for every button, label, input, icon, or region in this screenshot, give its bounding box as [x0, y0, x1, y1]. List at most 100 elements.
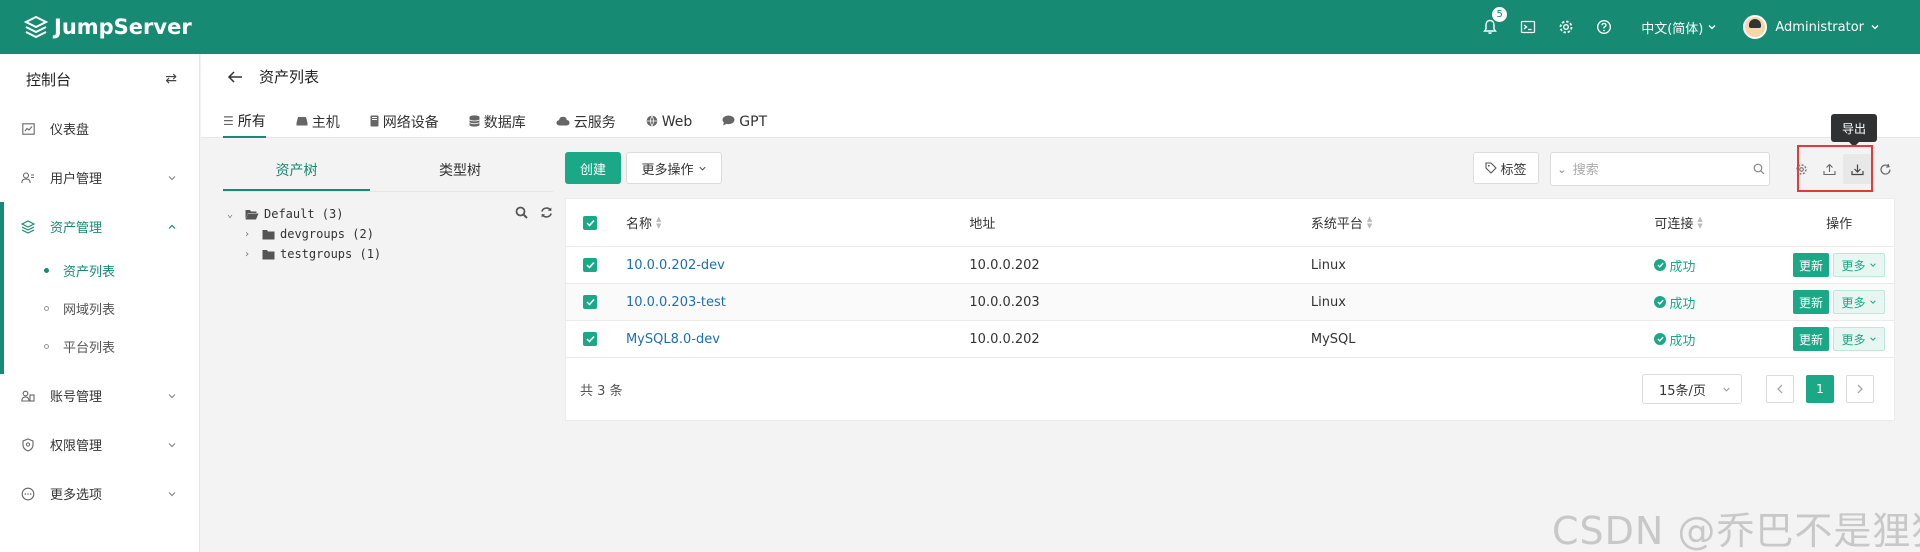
column-settings-button[interactable] — [1787, 154, 1815, 184]
sidebar-item-label: 账号管理 — [50, 390, 103, 405]
sidebar-subitem-asset-list[interactable]: 资产列表 — [0, 251, 199, 289]
asset-name-link[interactable]: 10.0.0.202-dev — [626, 258, 725, 273]
terminal-button[interactable] — [1509, 0, 1547, 54]
tab-network-device[interactable]: 网络设备 — [370, 106, 439, 138]
tab-asset-tree[interactable]: 资产树 — [223, 150, 370, 191]
row-checkbox[interactable] — [583, 332, 597, 346]
asset-address: 10.0.0.202 — [969, 331, 1040, 347]
sidebar-subitem-platform-list[interactable]: 平台列表 — [0, 327, 199, 365]
create-button[interactable]: 创建 — [565, 152, 621, 184]
column-header-label: 地址 — [969, 217, 996, 232]
page-size-select[interactable]: 15条/页 — [1642, 374, 1742, 404]
check-icon — [585, 335, 595, 343]
sidebar-item-users[interactable]: 用户管理 — [0, 153, 199, 202]
sidebar-item-accounts[interactable]: 账号管理 — [0, 371, 199, 420]
page-title: 资产列表 — [259, 68, 320, 86]
chevron-down-icon — [168, 491, 176, 496]
sort-icon[interactable]: ▲ ▼ — [1367, 215, 1372, 230]
table-header-row: 名称 ▲ ▼ 地址 系统平台 ▲ ▼ 可连接 ▲ ▼ 操作 — [566, 199, 1894, 247]
chevron-down-icon — [168, 393, 176, 398]
tab-host[interactable]: 主机 — [296, 106, 340, 138]
sidebar-title: 控制台 — [26, 70, 72, 89]
swap-icon[interactable]: ⇄ — [165, 71, 177, 87]
expanded-arrow-icon[interactable]: ⌄ — [227, 209, 239, 220]
tab-type-tree[interactable]: 类型树 — [370, 150, 550, 191]
sort-icon[interactable]: ▲ ▼ — [1697, 215, 1702, 230]
column-header-name[interactable]: 名称 ▲ ▼ — [626, 213, 969, 232]
notification-button[interactable]: 5 — [1471, 0, 1509, 54]
collapsed-arrow-icon[interactable]: › — [244, 249, 256, 260]
status-label: 成功 — [1669, 333, 1696, 349]
chevron-down-icon[interactable]: ⌄ — [1551, 163, 1573, 176]
check-circle-icon — [1654, 259, 1667, 271]
refresh-row-button[interactable]: 更新 — [1793, 290, 1830, 314]
row-checkbox[interactable] — [583, 258, 597, 272]
sidebar-subitem-label: 资产列表 — [63, 264, 116, 280]
tab-gpt[interactable]: GPT — [722, 106, 767, 138]
content-header: 资产列表 ☰ 所有 主机 网络设备 数据库 云服务 Web GPT — [201, 54, 1920, 138]
search-input[interactable] — [1572, 161, 1749, 177]
prev-page-button[interactable] — [1766, 375, 1794, 403]
more-icon — [20, 487, 36, 501]
page-button-current[interactable]: 1 — [1806, 375, 1834, 403]
settings-button[interactable] — [1547, 0, 1585, 54]
asset-name-link[interactable]: 10.0.0.203-test — [626, 295, 726, 310]
sidebar-item-dashboard[interactable]: 仪表盘 — [0, 104, 199, 153]
sidebar-header: 控制台 ⇄ — [0, 54, 199, 104]
search-icon[interactable] — [515, 206, 528, 219]
column-header-label: 可连接 — [1654, 217, 1694, 232]
refresh-row-button[interactable]: 更新 — [1793, 253, 1830, 277]
more-actions-button[interactable]: 更多操作 — [626, 152, 722, 184]
tab-all[interactable]: ☰ 所有 — [223, 106, 266, 138]
export-button[interactable] — [1843, 154, 1871, 184]
tab-database[interactable]: 数据库 — [469, 106, 526, 138]
refresh-icon — [1879, 163, 1891, 175]
more-row-button[interactable]: 更多 — [1833, 327, 1886, 351]
page-size-label: 15条/页 — [1659, 383, 1706, 399]
refresh-icon[interactable] — [540, 206, 553, 219]
chevron-down-icon — [698, 166, 706, 171]
logo[interactable]: JumpServer — [24, 15, 192, 39]
sidebar-subitem-domain-list[interactable]: 网域列表 — [0, 289, 199, 327]
refresh-row-button[interactable]: 更新 — [1793, 327, 1830, 351]
watermark: CSDN @乔巴不是狸猫 — [1552, 509, 1920, 552]
tab-cloud[interactable]: 云服务 — [556, 106, 616, 138]
collapsed-arrow-icon[interactable]: › — [244, 229, 256, 240]
column-header-connectivity[interactable]: 可连接 ▲ ▼ — [1654, 213, 1784, 232]
user-menu[interactable]: Administrator — [1743, 15, 1880, 39]
chat-icon — [722, 115, 735, 129]
column-header-platform[interactable]: 系统平台 ▲ ▼ — [1311, 213, 1654, 232]
pagination: 15条/页 1 — [1642, 374, 1880, 404]
back-arrow-icon[interactable] — [227, 70, 243, 84]
sort-icon[interactable]: ▲ ▼ — [656, 215, 661, 230]
bullet-icon — [44, 267, 49, 273]
tab-label: 所有 — [237, 114, 266, 130]
select-all-checkbox[interactable] — [583, 215, 597, 230]
tab-web[interactable]: Web — [646, 106, 692, 138]
tree-node-root[interactable]: ⌄ Default (3) — [223, 204, 553, 224]
more-row-button[interactable]: 更多 — [1833, 253, 1886, 277]
status-label: 成功 — [1669, 296, 1696, 312]
help-button[interactable] — [1585, 0, 1623, 54]
asset-platform: MySQL — [1310, 331, 1356, 347]
language-select[interactable]: 中文(简体) — [1641, 18, 1717, 37]
tree-node-testgroups[interactable]: › testgroups (1) — [223, 244, 553, 264]
refresh-button[interactable] — [1871, 154, 1899, 184]
sidebar-item-assets[interactable]: 资产管理 — [0, 202, 199, 251]
more-row-button[interactable]: 更多 — [1833, 290, 1886, 314]
import-button[interactable] — [1815, 154, 1843, 184]
more-label: 更多 — [1841, 332, 1866, 347]
folder-icon — [262, 249, 275, 259]
asset-name-link[interactable]: MySQL8.0-dev — [626, 332, 720, 347]
table-row: 10.0.0.203-test 10.0.0.203 Linux 成功 更新 更… — [566, 284, 1894, 321]
sidebar-item-more[interactable]: 更多选项 — [0, 469, 199, 518]
tree-node-devgroups[interactable]: › devgroups (2) — [223, 224, 553, 244]
next-page-button[interactable] — [1846, 375, 1874, 403]
row-checkbox[interactable] — [583, 295, 597, 309]
assets-icon — [20, 219, 36, 234]
sidebar-item-permissions[interactable]: 权限管理 — [0, 420, 199, 469]
sidebar-subitem-label: 平台列表 — [63, 340, 116, 356]
tag-button[interactable]: 标签 — [1473, 152, 1539, 184]
status-label: 成功 — [1669, 259, 1696, 275]
search-icon[interactable] — [1753, 163, 1765, 175]
